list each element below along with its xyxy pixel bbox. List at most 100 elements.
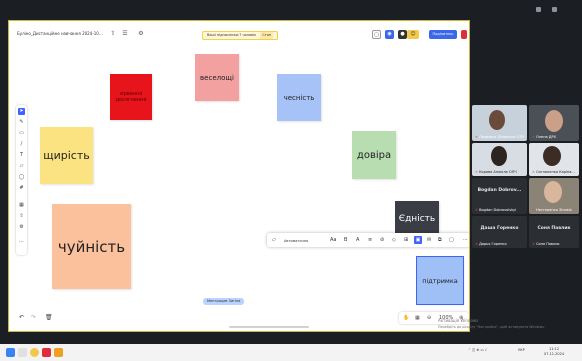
viewers-indicator: Ваші підписники:7 чоловік Стоп (202, 31, 279, 40)
chrome-icon[interactable] (30, 348, 39, 357)
undo-redo-controls: ↶ ↷ 🗑 (19, 312, 61, 324)
sticky-note[interactable]: довіра (352, 131, 396, 179)
clock[interactable]: 11:12 07.11.2024 (544, 347, 564, 357)
comment-tool-icon[interactable]: ◯ (18, 174, 25, 181)
trash-icon[interactable]: 🗑 (45, 314, 53, 321)
sticky-note[interactable]: чесність (277, 74, 321, 121)
sticky-note[interactable]: зірвання досягнення (110, 74, 152, 120)
minimap-icon[interactable]: ▦ (415, 314, 420, 322)
text-color-icon[interactable]: A (356, 236, 359, 244)
upload-tool-icon[interactable]: ⇧ (18, 213, 25, 220)
sticky-note-text: довіра (356, 149, 392, 161)
participant-video (543, 146, 561, 166)
sticky-shape-icon[interactable]: ▱ (272, 236, 276, 244)
sticky-note-text: веселощі (200, 73, 234, 82)
sticky-note-text: Єдність (398, 214, 436, 224)
board-title[interactable]: Буліно_Дистанційне навчання 2024-10... (17, 31, 103, 36)
participant-tile[interactable]: ✕ Нестеренко Зіновія (529, 178, 579, 214)
comment-icon[interactable]: ✉ (427, 236, 431, 244)
participant-name: ✕ Bogdan Dobrovolskyi (475, 208, 517, 212)
undo-icon[interactable]: ↶ (19, 314, 24, 321)
sticky-note[interactable]: чуйність (52, 204, 131, 289)
participant-tile[interactable]: ✕ Олена ДРХ (529, 105, 579, 141)
participant-display-name: Даша Горенко (480, 226, 519, 231)
select-tool-icon[interactable]: ➤ (18, 108, 25, 115)
zoom-out-icon[interactable]: ⊖ (427, 314, 431, 322)
lock-icon[interactable]: ▢ (449, 236, 454, 244)
bold-icon[interactable]: B (344, 236, 347, 244)
participant-name: ✕ Олена ДРХ (532, 135, 556, 139)
font-size-select[interactable]: Аа (330, 236, 336, 244)
participant-display-name: Соня Павлик (537, 226, 571, 231)
hand-tool-icon[interactable]: ✋ (403, 314, 409, 322)
participant-tile[interactable]: ✕ Людмила Лісовська ОЛЧ (472, 105, 527, 141)
whiteboard-canvas[interactable]: Буліно_Дистанційне навчання 2024-10... ⇧… (8, 20, 470, 332)
sticky-note[interactable]: Єдність (395, 201, 439, 237)
sticky-note-selected[interactable]: підтримка (416, 256, 464, 305)
template-tool-icon[interactable]: ▦ (18, 202, 25, 209)
sticky-note[interactable]: веселощі (195, 54, 239, 101)
sticky-note-tool-icon[interactable]: ▱ (18, 163, 25, 170)
collaborator-avatar[interactable]: ● (398, 30, 407, 39)
app-icon[interactable] (42, 348, 51, 357)
author-tag: Ментроцев Зигіна (203, 298, 245, 305)
windows-activation-notice: Активація Windows Перейдіть до розділу "… (438, 318, 545, 330)
menu-icon[interactable]: ☰ (121, 30, 129, 38)
participant-tile[interactable]: Даша Горенко ✕ Дарья Горенко (472, 216, 527, 248)
grid-icon[interactable]: ⊞ (404, 236, 408, 244)
language-indicator[interactable]: УКР (518, 348, 525, 352)
participant-video (489, 110, 505, 130)
file-explorer-icon[interactable] (54, 348, 63, 357)
share-button[interactable]: Поділитись (429, 30, 457, 39)
sticky-note-text: зірвання досягнення (115, 91, 147, 103)
apps-tool-icon[interactable]: ⚙ (18, 224, 25, 231)
font-select[interactable]: Автоматично (284, 237, 308, 245)
frames-icon[interactable]: ▢ (372, 30, 381, 39)
line-tool-icon[interactable]: / (18, 141, 25, 148)
participant-name: ✕ Нестеренко Зіновія (532, 208, 572, 212)
participant-name: ✕ Соня Павлик (532, 242, 560, 246)
participant-display-name: Bogdan Dobrov... (477, 188, 522, 193)
frame-tool-icon[interactable]: # (18, 185, 25, 192)
participant-video (545, 110, 563, 132)
participant-tile[interactable]: ✕ Сигналенко Каріна... (529, 143, 579, 176)
participant-tile[interactable]: ✕ Корява Анжела ОЛЧ (472, 143, 527, 176)
align-icon[interactable]: ≡ (368, 236, 372, 244)
pen-tool-icon[interactable]: ✎ (18, 119, 25, 126)
minimize-icon[interactable] (536, 7, 541, 12)
windows-start-icon[interactable] (6, 348, 15, 357)
participant-tile[interactable]: Соня Павлик ✕ Соня Павлик (529, 216, 579, 248)
horizontal-scrollbar[interactable] (229, 326, 309, 328)
participant-video (491, 146, 507, 166)
reactions-icon[interactable]: ☺ (407, 30, 419, 39)
color-fill-icon[interactable]: ▣ (414, 236, 422, 244)
settings-icon[interactable]: ⚙ (137, 30, 145, 38)
present-icon[interactable]: ◉ (385, 30, 394, 39)
clock-date: 07.11.2024 (544, 352, 565, 356)
link-icon[interactable]: ⊘ (380, 236, 384, 244)
maximize-icon[interactable] (552, 7, 557, 12)
participant-name: ✕ Корява Анжела ОЛЧ (475, 170, 517, 174)
record-indicator (461, 30, 467, 39)
search-icon[interactable] (18, 348, 27, 357)
participant-name: ✕ Сигналенко Каріна... (532, 170, 575, 174)
activation-text: Перейдіть до розділу "Настройка", щоб ак… (438, 325, 546, 329)
text-tool-icon[interactable]: T (18, 152, 25, 159)
system-tray-icons[interactable]: ⌃ ◫ ⊕ ▭ ♪ (468, 348, 487, 352)
sticky-note-text: чуйність (57, 237, 126, 256)
participant-video (544, 181, 562, 203)
shape-tool-icon[interactable]: ▭ (18, 130, 25, 137)
participant-tile[interactable]: Bogdan Dobrov... ✕ Bogdan Dobrovolskyi (472, 178, 527, 214)
left-toolbar: ➤ ✎ ▭ / T ▱ ◯ # ▦ ⇧ ⚙ ⋯ (16, 105, 27, 255)
copy-icon[interactable]: ⧉ (438, 236, 442, 244)
meeting-top-bar (0, 0, 582, 20)
more-options-icon[interactable]: ⋯ (463, 236, 468, 244)
redo-icon[interactable]: ↷ (31, 314, 36, 321)
more-tools-icon[interactable]: ⋯ (18, 239, 25, 246)
sticky-note-text: чесність (283, 93, 315, 102)
sticky-note-text: підтримка (422, 276, 458, 285)
tag-icon[interactable]: ◇ (392, 236, 396, 244)
upload-icon[interactable]: ⇧ (109, 30, 117, 38)
sticky-note[interactable]: щирість (40, 127, 93, 184)
stop-following-button[interactable]: Стоп (260, 32, 274, 39)
